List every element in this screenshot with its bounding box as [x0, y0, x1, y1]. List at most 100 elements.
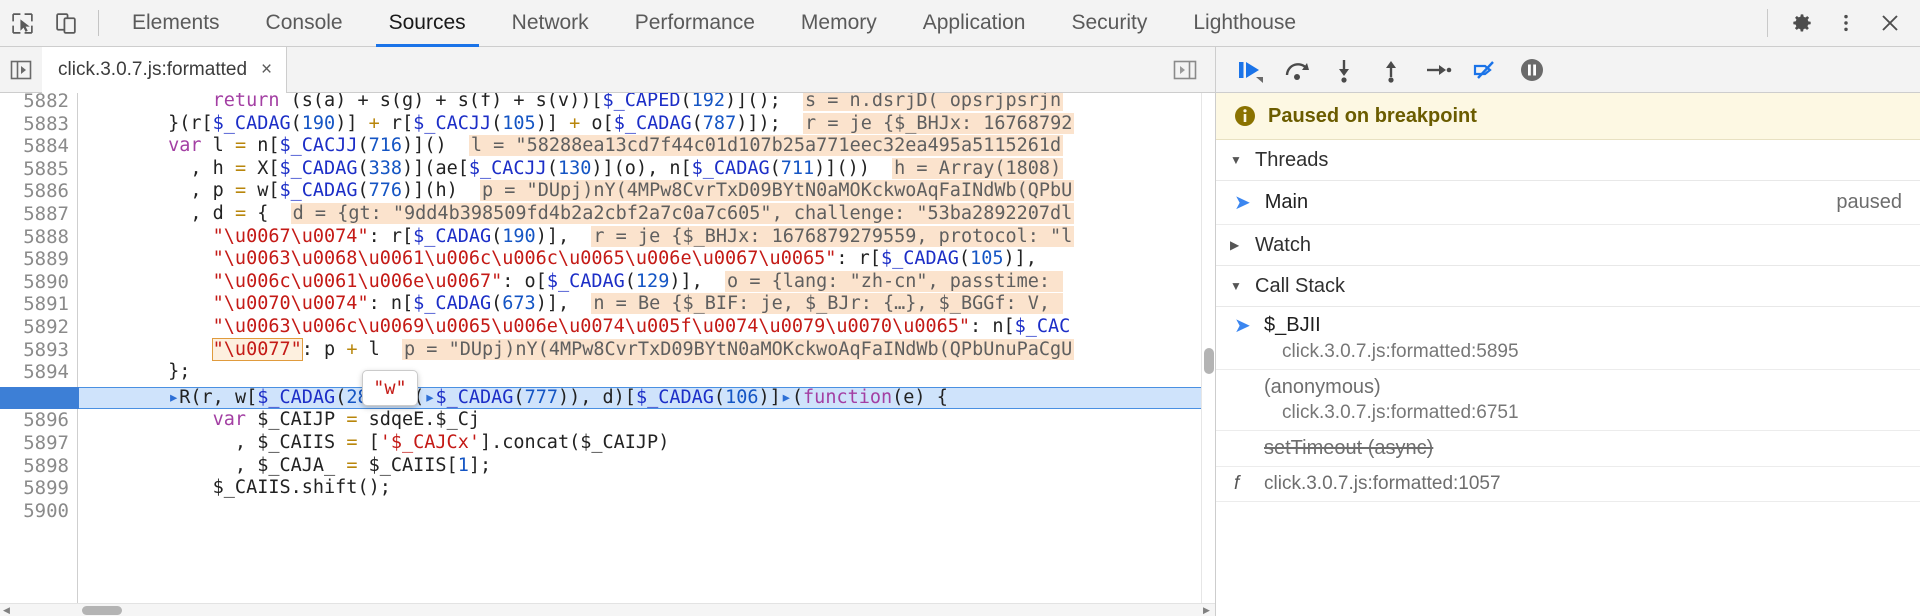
scrollbar-thumb[interactable] [82, 606, 122, 615]
line-number: 5890 [23, 270, 69, 293]
tab-application[interactable]: Application [900, 0, 1049, 47]
call-stack-location: click.3.0.7.js:formatted:6751 [1282, 402, 1519, 423]
call-stack-function-name: (anonymous) [1264, 376, 1381, 398]
section-title: Threads [1255, 148, 1329, 171]
show-navigator-button[interactable] [0, 48, 42, 92]
chevron-right-icon: ▶ [1230, 238, 1240, 252]
step-into-icon [1338, 59, 1349, 83]
selected-arrow-icon: ➤ [1234, 192, 1251, 214]
code-line-5897: , $_CAIIS = ['$_CAJCx'].concat($_CAIJP) [79, 432, 670, 453]
tab-performance[interactable]: Performance [612, 0, 778, 47]
call-stack-frame-1[interactable]: (anonymous) click.3.0.7.js:formatted:675… [1216, 370, 1920, 431]
chevron-down-icon: ▼ [1230, 279, 1242, 293]
thread-row-main[interactable]: ➤ Main paused [1216, 181, 1920, 225]
section-header-threads[interactable]: ▼ Threads [1216, 140, 1920, 181]
line-number: 5886 [23, 180, 69, 203]
kebab-menu-icon [1844, 14, 1848, 32]
tab-label: Elements [132, 11, 220, 34]
resume-icon [1238, 61, 1263, 83]
tab-label: Sources [388, 11, 466, 34]
step-icon [1426, 64, 1451, 75]
devtools-toolbar: Elements Console Sources Network Perform… [0, 0, 1920, 47]
file-tab-click-js[interactable]: click.3.0.7.js:formatted × [42, 47, 288, 93]
deactivate-breakpoints-button[interactable] [1461, 48, 1508, 92]
step-over-icon [1285, 62, 1309, 80]
line-number: 5900 [23, 499, 69, 522]
function-marker: f [1234, 473, 1240, 494]
inline-eval-5890: o = {lang: "zh-cn", passtime: [725, 270, 1064, 292]
inline-eval-5885: h = Array(1808) [892, 157, 1064, 179]
tab-sources[interactable]: Sources [366, 0, 489, 47]
inline-eval-5882: s = n.dsrjD( opsrjpsrjn [803, 93, 1064, 111]
tab-console[interactable]: Console [243, 0, 366, 47]
inline-eval-5883: r = je {$_BHJx: 16768792 [803, 112, 1075, 134]
line-number: 5889 [23, 248, 69, 271]
source-file-tabstrip: click.3.0.7.js:formatted × [0, 47, 1215, 93]
paused-banner-text: Paused on breakpoint [1268, 104, 1477, 127]
inline-eval-5884: l = "58288ea13cd7f44c01d107b25a771eec32e… [468, 135, 1064, 157]
step-out-button[interactable] [1367, 48, 1414, 92]
step-into-button[interactable] [1320, 48, 1367, 92]
code-line-5888: "\u0067\u0074": r[$_CADAG(190)], r = je … [212, 225, 1075, 247]
tab-memory[interactable]: Memory [778, 0, 900, 47]
code-line-5890: "\u006c\u0061\u006e\u0067": o[$_CADAG(12… [212, 270, 1064, 292]
selected-arrow-icon: ➤ [1234, 315, 1251, 337]
call-stack-frame-2[interactable]: setTimeout (async) [1216, 431, 1920, 467]
call-stack-location: click.3.0.7.js:formatted:5895 [1282, 341, 1519, 362]
code-editor[interactable]: 5882 5883 5884 5885 5886 5887 5888 5889 … [0, 93, 1215, 616]
tab-label: Console [265, 11, 343, 34]
call-stack-function-name: $_BJII [1264, 314, 1321, 336]
pause-on-exceptions-button[interactable] [1508, 48, 1555, 92]
call-stack-async-label: setTimeout (async) [1264, 437, 1434, 459]
scrollbar-thumb[interactable] [1204, 348, 1214, 374]
line-number: 5884 [23, 135, 69, 158]
pause-icon [1520, 58, 1543, 81]
inline-eval-5887: d = {gt: "9dd4b398509fd4b2a2cbf2a7c0a7c6… [290, 203, 1075, 224]
resume-script-execution-button[interactable] [1226, 48, 1273, 92]
current-line-gutter-highlight [0, 386, 79, 410]
line-number: 5882 [23, 93, 69, 112]
editor-horizontal-scrollbar[interactable]: ◀ ▶ [0, 603, 1215, 616]
line-number: 5883 [23, 112, 69, 135]
show-debugger-icon [1173, 60, 1197, 79]
line-number: 5891 [23, 293, 69, 316]
section-header-watch[interactable]: ▶ Watch [1216, 225, 1920, 266]
scroll-left-icon[interactable]: ◀ [0, 604, 13, 616]
close-icon[interactable]: × [261, 60, 272, 79]
close-icon [1882, 15, 1898, 31]
tab-security[interactable]: Security [1048, 0, 1170, 47]
step-button[interactable] [1414, 48, 1461, 92]
panel-tabs: Elements Console Sources Network Perform… [109, 0, 1319, 47]
more-options-button[interactable] [1824, 1, 1868, 45]
show-debugger-sidebar-button[interactable] [1163, 48, 1207, 92]
call-stack-frame-0[interactable]: ➤ $_BJII click.3.0.7.js:formatted:5895 [1216, 307, 1920, 370]
code-viewport[interactable]: return (s(a) + s(g) + s(f) + s(v))[$_CAP… [79, 93, 1206, 616]
tab-label: Network [511, 11, 589, 34]
inspect-element-button[interactable] [0, 1, 44, 45]
debugger-sidebar: Paused on breakpoint ▼ Threads ➤ Main pa… [1215, 47, 1920, 616]
close-devtools-button[interactable] [1868, 1, 1912, 45]
settings-button[interactable] [1780, 1, 1824, 45]
tab-elements[interactable]: Elements [109, 0, 243, 47]
hovered-token-w[interactable]: "\u0077" [211, 337, 303, 361]
call-stack-frame-3[interactable]: f click.3.0.7.js:formatted:1057 [1216, 467, 1920, 502]
scroll-right-icon[interactable]: ▶ [1200, 604, 1213, 616]
editor-vertical-scrollbar[interactable] [1201, 93, 1215, 604]
tab-network[interactable]: Network [489, 0, 612, 47]
thread-name: Main [1264, 191, 1309, 213]
code-line-5892: "\u0063\u006c\u0069\u0065\u006e\u0074\u0… [212, 316, 1071, 337]
code-line-5894: }; [79, 361, 191, 383]
code-line-5889: "\u0063\u0068\u0061\u006c\u006c\u0065\u0… [212, 248, 1037, 270]
toolbar-divider [1767, 9, 1768, 37]
line-number: 5887 [23, 203, 69, 225]
tab-lighthouse[interactable]: Lighthouse [1170, 0, 1319, 47]
code-line-5882: return (s(a) + s(g) + s(f) + s(v))[$_CAP… [79, 93, 1064, 113]
toggle-device-toolbar-button[interactable] [44, 1, 88, 45]
section-header-call-stack[interactable]: ▼ Call Stack [1216, 266, 1920, 307]
chevron-down-icon: ▼ [1230, 153, 1242, 167]
line-number-gutter: 5882 5883 5884 5885 5886 5887 5888 5889 … [0, 93, 78, 616]
step-over-button[interactable] [1273, 48, 1320, 92]
paused-on-breakpoint-banner: Paused on breakpoint [1216, 93, 1920, 140]
line-number: 5893 [23, 338, 69, 361]
inline-eval-5888: r = je {$_BHJx: 1676879279559, protocol:… [591, 225, 1075, 247]
